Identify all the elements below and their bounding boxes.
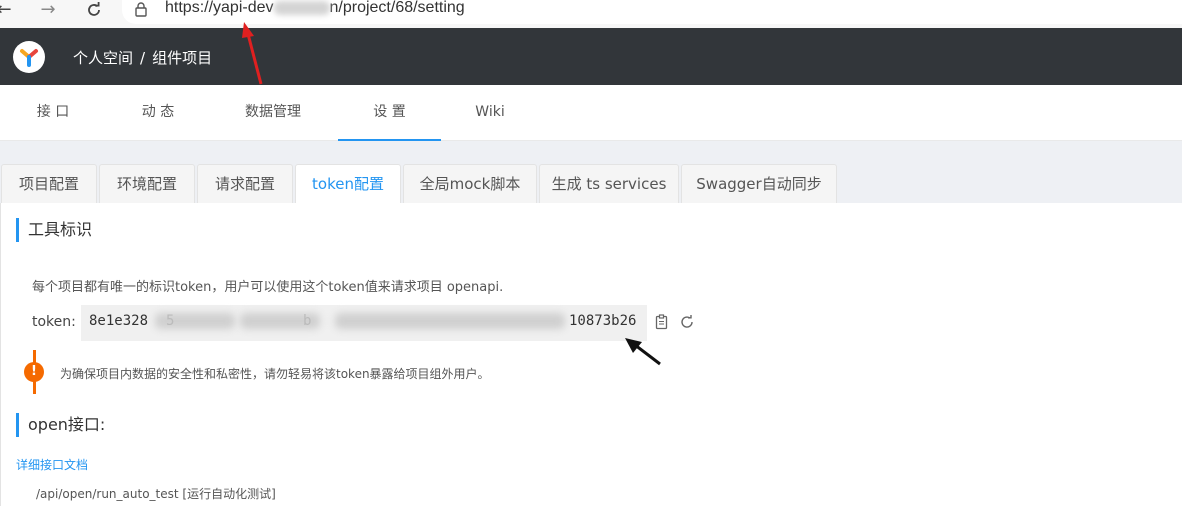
url-suffix: n/project/68/setting	[329, 0, 465, 16]
token-value-start: 8e1e328	[89, 313, 149, 329]
token-section-title: 工具标识	[16, 218, 92, 242]
token-redacted	[335, 313, 565, 329]
forward-arrow-icon[interactable]: →	[36, 0, 60, 22]
breadcrumb: 个人空间 / 组件项目	[73, 47, 212, 68]
token-config-panel	[0, 203, 1182, 506]
api-doc-link[interactable]: 详细接口文档	[16, 456, 88, 473]
tab-interface[interactable]: 接 口	[0, 85, 106, 141]
url-prefix: https://yapi-dev	[165, 0, 274, 16]
url-redacted	[273, 0, 330, 15]
tab-env-config[interactable]: 环境配置	[99, 164, 195, 204]
browser-toolbar: ← → https://yapi-dev n/project/68/setting	[0, 0, 1182, 28]
breadcrumb-separator: /	[140, 49, 146, 67]
tab-token-config[interactable]: token配置	[295, 164, 401, 205]
project-nav: 接 口 动 态 数据管理 设 置 Wiki	[0, 85, 1182, 141]
lock-icon	[134, 1, 148, 17]
tab-ts-services[interactable]: 生成 ts services	[539, 164, 679, 204]
url-text[interactable]: https://yapi-dev n/project/68/setting	[165, 0, 465, 17]
tab-global-mock-script[interactable]: 全局mock脚本	[403, 164, 537, 204]
tab-request-config[interactable]: 请求配置	[197, 164, 293, 204]
tab-swagger-sync[interactable]: Swagger自动同步	[681, 164, 837, 204]
copy-icon[interactable]	[655, 314, 669, 330]
tab-settings[interactable]: 设 置	[338, 85, 441, 141]
token-value-end: 10873b26	[569, 313, 637, 329]
back-arrow-icon[interactable]: ←	[0, 0, 16, 22]
tab-wiki[interactable]: Wiki	[441, 85, 539, 141]
tab-project-config[interactable]: 项目配置	[1, 164, 97, 204]
yapi-logo-icon[interactable]	[13, 41, 45, 73]
app-header: 个人空间 / 组件项目	[0, 28, 1182, 85]
warning-text: 为确保项目内数据的安全性和私密性，请勿轻易将该token暴露给项目组外用户。	[60, 367, 490, 381]
token-description: 每个项目都有唯一的标识token，用户可以使用这个token值来请求项目 ope…	[32, 280, 504, 295]
tab-activity[interactable]: 动 态	[106, 85, 210, 141]
refresh-icon[interactable]	[679, 314, 695, 330]
open-api-section-title: open接口:	[16, 413, 105, 437]
warning-icon: !	[24, 362, 44, 382]
breadcrumb-project[interactable]: 组件项目	[152, 49, 212, 67]
panel-border	[0, 203, 1, 506]
tab-data-management[interactable]: 数据管理	[210, 85, 336, 141]
token-value-fragment: b	[303, 313, 312, 329]
token-value-fragment: 5	[166, 313, 175, 329]
reload-icon[interactable]	[82, 0, 106, 22]
token-label: token:	[32, 314, 76, 330]
breadcrumb-space[interactable]: 个人空间	[73, 49, 133, 67]
api-path: /api/open/run_auto_test [运行自动化测试]	[36, 487, 276, 501]
